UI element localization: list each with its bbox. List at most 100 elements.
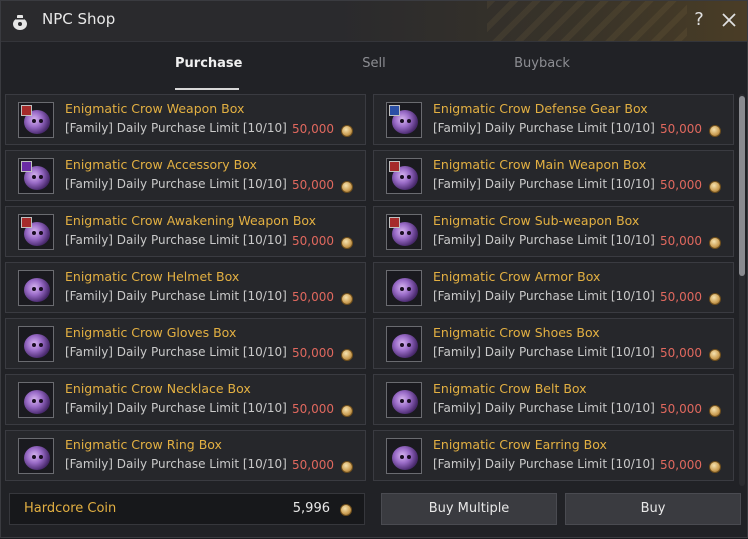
item-name: Enigmatic Crow Armor Box	[433, 269, 601, 284]
item-name: Enigmatic Crow Shoes Box	[433, 325, 600, 340]
item-price: 50,000	[292, 402, 334, 416]
title-bar-decoration	[487, 1, 687, 41]
shop-item[interactable]: Enigmatic Crow Necklace Box [Family] Dail…	[5, 374, 366, 425]
crow-box-icon	[386, 438, 422, 474]
tab-bar: Purchase Sell Buyback	[1, 41, 747, 90]
buy-multiple-button[interactable]: Buy Multiple	[381, 493, 557, 525]
crow-box-icon	[386, 326, 422, 362]
item-name: Enigmatic Crow Necklace Box	[65, 381, 251, 396]
crow-figure-icon	[24, 278, 50, 302]
item-price: 50,000	[292, 346, 334, 360]
scrollbar[interactable]	[739, 94, 745, 486]
coin-icon	[709, 461, 721, 473]
item-purchase-limit: [Family] Daily Purchase Limit [10/10]	[433, 121, 655, 135]
item-price: 50,000	[660, 290, 702, 304]
item-name: Enigmatic Crow Accessory Box	[65, 157, 257, 172]
item-price: 50,000	[660, 178, 702, 192]
crow-box-icon	[386, 270, 422, 306]
crow-figure-icon	[24, 446, 50, 470]
item-name: Enigmatic Crow Helmet Box	[65, 269, 240, 284]
coin-icon	[340, 504, 352, 516]
shop-item[interactable]: Enigmatic Crow Awakening Weapon Box [Fami…	[5, 206, 366, 257]
shop-item[interactable]: Enigmatic Crow Helmet Box [Family] Daily …	[5, 262, 366, 313]
item-type-badge-icon	[389, 161, 400, 172]
crow-box-icon	[386, 382, 422, 418]
item-name: Enigmatic Crow Belt Box	[433, 381, 587, 396]
item-purchase-limit: [Family] Daily Purchase Limit [10/10]	[433, 345, 655, 359]
item-purchase-limit: [Family] Daily Purchase Limit [10/10]	[65, 401, 287, 415]
currency-value: 5,996	[292, 501, 330, 516]
item-name: Enigmatic Crow Gloves Box	[65, 325, 237, 340]
crow-box-icon	[18, 382, 54, 418]
shop-item[interactable]: Enigmatic Crow Armor Box [Family] Daily P…	[373, 262, 734, 313]
help-icon[interactable]: ?	[690, 10, 708, 30]
tab-sell[interactable]: Sell	[351, 41, 397, 90]
scrollbar-thumb[interactable]	[739, 96, 745, 276]
crow-box-icon	[18, 102, 54, 138]
shop-item[interactable]: Enigmatic Crow Belt Box [Family] Daily Pu…	[373, 374, 734, 425]
shop-item[interactable]: Enigmatic Crow Ring Box [Family] Daily Pu…	[5, 430, 366, 481]
item-name: Enigmatic Crow Awakening Weapon Box	[65, 213, 317, 228]
item-price: 50,000	[292, 178, 334, 192]
item-price: 50,000	[660, 122, 702, 136]
coin-icon	[709, 125, 721, 137]
item-purchase-limit: [Family] Daily Purchase Limit [10/10]	[433, 233, 655, 247]
coin-icon	[341, 237, 353, 249]
item-purchase-limit: [Family] Daily Purchase Limit [10/10]	[433, 177, 655, 191]
item-purchase-limit: [Family] Daily Purchase Limit [10/10]	[433, 401, 655, 415]
crow-box-icon	[18, 158, 54, 194]
shop-item[interactable]: Enigmatic Crow Main Weapon Box [Family] D…	[373, 150, 734, 201]
item-price: 50,000	[660, 458, 702, 472]
item-name: Enigmatic Crow Ring Box	[65, 437, 222, 452]
shop-item[interactable]: Enigmatic Crow Gloves Box [Family] Daily …	[5, 318, 366, 369]
coin-icon	[709, 181, 721, 193]
item-price: 50,000	[292, 234, 334, 248]
crow-figure-icon	[24, 390, 50, 414]
item-type-badge-icon	[389, 105, 400, 116]
coin-icon	[341, 125, 353, 137]
shop-item[interactable]: Enigmatic Crow Weapon Box [Family] Daily …	[5, 94, 366, 145]
item-purchase-limit: [Family] Daily Purchase Limit [10/10]	[433, 457, 655, 471]
crow-figure-icon	[392, 278, 418, 302]
crow-figure-icon	[392, 334, 418, 358]
item-type-badge-icon	[21, 105, 32, 116]
crow-figure-icon	[24, 334, 50, 358]
shop-item[interactable]: Enigmatic Crow Sub-weapon Box [Family] Da…	[373, 206, 734, 257]
crow-figure-icon	[392, 390, 418, 414]
item-price: 50,000	[292, 458, 334, 472]
shop-item[interactable]: Enigmatic Crow Earring Box [Family] Daily…	[373, 430, 734, 481]
shop-item[interactable]: Enigmatic Crow Accessory Box [Family] Dai…	[5, 150, 366, 201]
window-title: NPC Shop	[42, 10, 116, 28]
crow-box-icon	[18, 438, 54, 474]
coin-icon	[341, 349, 353, 361]
item-price: 50,000	[660, 234, 702, 248]
item-purchase-limit: [Family] Daily Purchase Limit [10/10]	[65, 121, 287, 135]
shop-item[interactable]: Enigmatic Crow Defense Gear Box [Family] …	[373, 94, 734, 145]
close-icon[interactable]	[719, 10, 739, 30]
title-bar[interactable]: NPC Shop ?	[1, 1, 747, 42]
coin-icon	[709, 405, 721, 417]
npc-shop-window: NPC Shop ? Purchase Sell Buyback Enigmat…	[0, 0, 748, 538]
coin-pouch-icon	[13, 15, 27, 30]
currency-label: Hardcore Coin	[24, 501, 117, 516]
coin-icon	[341, 293, 353, 305]
item-purchase-limit: [Family] Daily Purchase Limit [10/10]	[65, 233, 287, 247]
item-purchase-limit: [Family] Daily Purchase Limit [10/10]	[65, 289, 287, 303]
item-price: 50,000	[660, 346, 702, 360]
item-name: Enigmatic Crow Earring Box	[433, 437, 607, 452]
item-purchase-limit: [Family] Daily Purchase Limit [10/10]	[65, 345, 287, 359]
item-name: Enigmatic Crow Main Weapon Box	[433, 157, 647, 172]
item-name: Enigmatic Crow Weapon Box	[65, 101, 245, 116]
shop-item[interactable]: Enigmatic Crow Shoes Box [Family] Daily P…	[373, 318, 734, 369]
crow-figure-icon	[392, 446, 418, 470]
coin-icon	[709, 237, 721, 249]
item-purchase-limit: [Family] Daily Purchase Limit [10/10]	[65, 457, 287, 471]
tab-purchase[interactable]: Purchase	[175, 41, 242, 90]
item-list[interactable]: Enigmatic Crow Weapon Box [Family] Daily …	[5, 94, 735, 486]
item-price: 50,000	[292, 122, 334, 136]
currency-display: Hardcore Coin 5,996	[9, 493, 365, 525]
item-purchase-limit: [Family] Daily Purchase Limit [10/10]	[65, 177, 287, 191]
coin-icon	[709, 349, 721, 361]
buy-button[interactable]: Buy	[565, 493, 741, 525]
tab-buyback[interactable]: Buyback	[510, 41, 574, 90]
